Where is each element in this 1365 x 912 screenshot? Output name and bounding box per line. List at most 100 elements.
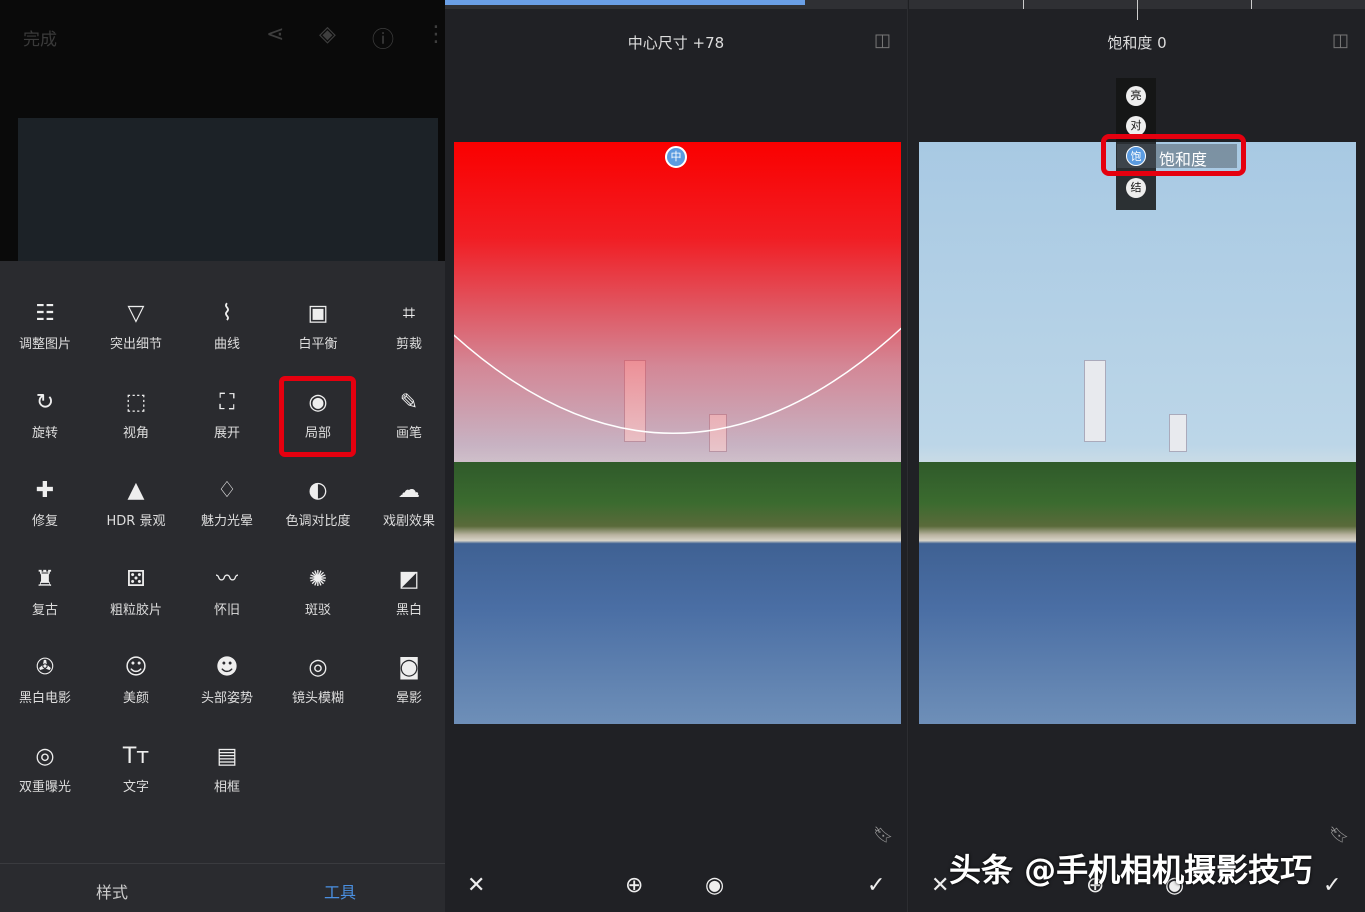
tool-icon: ✇ <box>35 655 55 680</box>
bookmark-icon[interactable]: 🔖︎ <box>873 825 893 844</box>
tool-icon: ◎ <box>35 743 55 769</box>
tool-label: 魅力光晕 <box>200 514 253 529</box>
tool-item[interactable]: ⌗ 剪裁 <box>364 299 445 352</box>
tool-item[interactable]: ✺ 斑驳 <box>273 565 363 618</box>
tool-label: 展开 <box>213 425 240 441</box>
tool-item[interactable]: ☺ 美颜 <box>91 653 181 706</box>
tool-item[interactable]: ♢ 魅力光晕 <box>182 476 272 529</box>
tool-icon: ✚ <box>35 478 55 503</box>
tool-label: 色调对比度 <box>285 514 351 529</box>
photo <box>919 142 1356 724</box>
share-icon[interactable]: ⋖ <box>266 22 284 47</box>
tool-item[interactable]: 〰怀旧 <box>182 565 272 618</box>
close-icon[interactable]: ✕ <box>931 873 949 898</box>
tool-label: 文字 <box>122 779 149 795</box>
highlight-box <box>1101 134 1246 176</box>
tool-label: 黑白电影 <box>18 691 71 706</box>
compare-icon[interactable]: ◫ <box>1332 30 1349 51</box>
tool-icon: ▣ <box>307 301 329 326</box>
bottom-tabs: 样式 工具 <box>0 863 445 912</box>
tab-styles[interactable]: 样式 <box>96 879 128 903</box>
tool-label: 突出细节 <box>109 337 162 352</box>
tool-item[interactable]: ◩ 黑白 <box>364 565 445 618</box>
eye-icon[interactable]: ◉ <box>705 873 724 898</box>
undo-layers-icon[interactable]: ◈ <box>319 22 336 47</box>
close-icon[interactable]: ✕ <box>467 873 485 898</box>
highlight-box <box>279 376 356 457</box>
tool-icon: ☷ <box>35 301 55 326</box>
tool-icon: ♢ <box>217 478 237 503</box>
tool-label: 修复 <box>31 514 58 529</box>
tool-label: 调整图片 <box>18 337 71 352</box>
tool-label: 怀旧 <box>213 602 240 618</box>
tool-icon: ⛶ <box>219 389 235 415</box>
tool-icon: ▲ <box>127 478 145 503</box>
tool-item[interactable]: ✇ 黑白电影 <box>0 653 90 706</box>
tool-item[interactable]: ⛶ 展开 <box>182 388 272 441</box>
tab-tools[interactable]: 工具 <box>324 879 356 903</box>
tool-item[interactable]: ◙ 晕影 <box>364 653 445 706</box>
tool-icon: ⌇ <box>221 301 233 326</box>
tool-icon: ⌗ <box>402 301 416 326</box>
info-icon[interactable]: ⓘ <box>372 22 394 54</box>
slider-fill <box>445 0 806 5</box>
watermark: 头条 @手机相机摄影技巧 <box>949 851 1313 889</box>
tools-grid: ☷ 调整图片 ▽ 突出细节 ⌇ 曲线 ▣ 白平衡 ⌗ 剪裁 ↻ 旋转 ⬚ 视角 ⛶ 展开 ◉ 局部 ✎ 画笔 ✚ 修复 ▲ H… <box>0 261 445 863</box>
tool-label: 视角 <box>122 425 149 441</box>
tool-label: 双重曝光 <box>18 779 71 795</box>
slider[interactable] <box>909 0 1365 20</box>
bookmark-icon[interactable]: 🔖︎ <box>1329 825 1349 844</box>
tool-icon: ◎ <box>308 655 328 680</box>
tool-item[interactable]: ◎ 双重曝光 <box>0 742 90 795</box>
tool-item[interactable]: ⚄ 粗粒胶片 <box>91 565 181 618</box>
tool-item[interactable]: ⌇ 曲线 <box>182 299 272 352</box>
saturation-panel: 饱和度 0 ◫ 亮 对 结 饱 饱和度 🔖︎ ✕ ⊕ ◉ ✓ 头条 @手机相机摄… <box>909 0 1365 912</box>
tool-item[interactable]: ▣ 白平衡 <box>273 299 363 352</box>
tool-icon: ✎ <box>399 389 419 415</box>
tool-item[interactable]: ▤ 相框 <box>182 742 272 795</box>
tool-label: 曲线 <box>213 337 240 352</box>
tool-icon: ▽ <box>127 301 145 326</box>
tower <box>1084 360 1106 442</box>
tool-item[interactable]: ▽ 突出细节 <box>91 299 181 352</box>
tool-icon: ↻ <box>35 389 55 415</box>
tool-label: 旋转 <box>31 425 58 441</box>
value-slider[interactable] <box>445 0 907 9</box>
check-icon[interactable]: ✓ <box>1323 873 1341 898</box>
tool-item[interactable]: ☻ 头部姿势 <box>182 653 272 706</box>
tool-item[interactable]: ☁ 戏剧效果 <box>364 476 445 529</box>
bottom-bar: ✕ ⊕ ◉ ✓ <box>445 863 907 912</box>
tool-label: 美颜 <box>122 691 149 706</box>
tool-label: 斑驳 <box>304 602 331 618</box>
add-point-icon[interactable]: ⊕ <box>625 873 643 898</box>
tool-item[interactable]: ◎ 镜头模糊 <box>273 653 363 706</box>
building <box>1169 414 1187 452</box>
tool-icon: ✺ <box>308 566 328 592</box>
tool-item[interactable]: Tт 文字 <box>91 742 181 795</box>
tool-item[interactable]: ♜ 复古 <box>0 565 90 618</box>
tool-icon: ◙ <box>398 655 420 680</box>
tool-item[interactable]: ▲ HDR 景观 <box>91 476 181 529</box>
photo <box>454 142 901 724</box>
tool-item[interactable]: ⬚ 视角 <box>91 388 181 441</box>
tool-item[interactable]: ✚ 修复 <box>0 476 90 529</box>
tool-label: HDR 景观 <box>106 514 166 529</box>
more-icon[interactable]: ⋮ <box>425 22 445 47</box>
tool-item[interactable]: ☷ 调整图片 <box>0 299 90 352</box>
menu-item-brightness[interactable]: 亮 <box>1126 86 1146 106</box>
tool-item[interactable]: ◐ 色调对比度 <box>273 476 363 529</box>
menu-item-contrast[interactable]: 对 <box>1126 116 1146 136</box>
compare-icon[interactable]: ◫ <box>874 30 891 51</box>
center-tick <box>1137 0 1138 20</box>
tool-item[interactable]: ↻ 旋转 <box>0 388 90 441</box>
done-button[interactable]: 完成 <box>23 25 57 50</box>
radius-circle[interactable] <box>454 142 901 724</box>
tool-item[interactable]: ✎ 画笔 <box>364 388 445 441</box>
selective-edit-panel: 中心尺寸 +78 ◫ 中 🔖︎ ✕ ⊕ ◉ ✓ <box>445 0 908 912</box>
check-icon[interactable]: ✓ <box>867 873 885 898</box>
tool-icon: ♜ <box>35 566 55 592</box>
tool-icon: ◐ <box>308 478 328 503</box>
tool-label: 相框 <box>213 779 240 795</box>
control-pin[interactable]: 中 <box>665 146 687 168</box>
menu-item-structure[interactable]: 结 <box>1126 178 1146 198</box>
